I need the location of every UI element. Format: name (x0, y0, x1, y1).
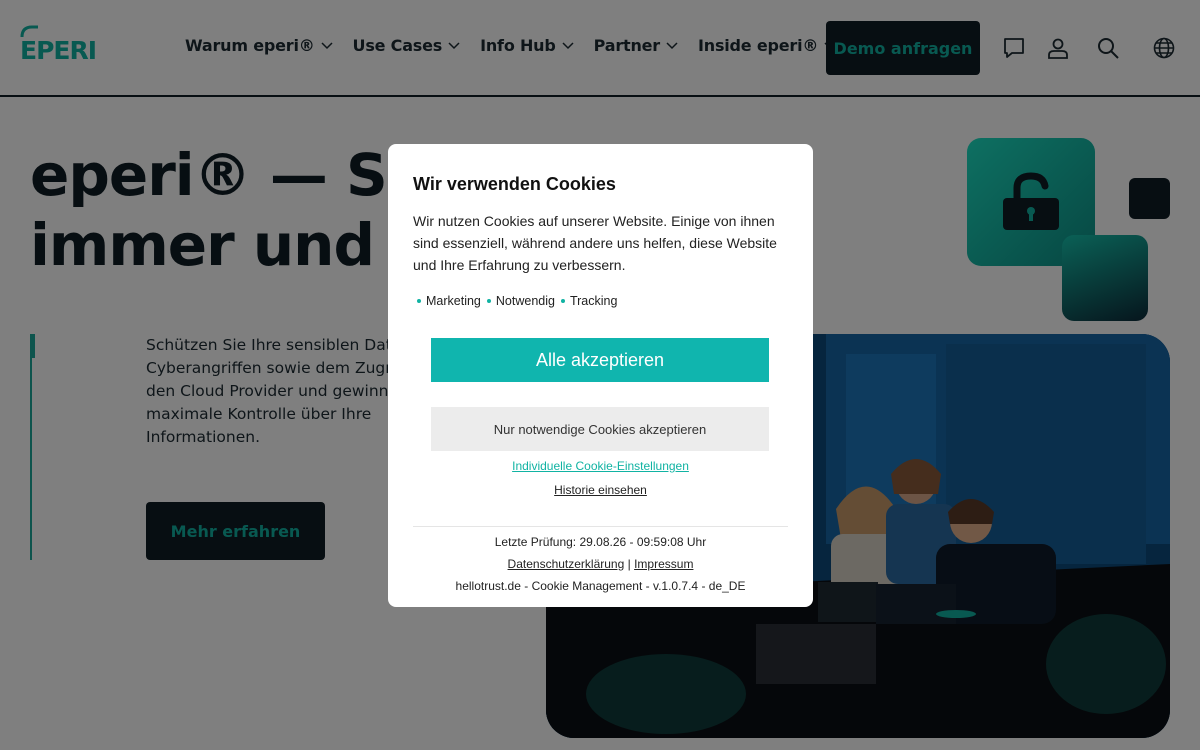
privacy-policy-link[interactable]: Datenschutzerklärung (508, 557, 625, 571)
legal-links: Datenschutzerklärung | Impressum (388, 557, 813, 571)
version-text: hellotrust.de - Cookie Management - v.1.… (455, 579, 746, 593)
cookie-category: Tracking (560, 294, 618, 308)
accept-all-button[interactable]: Alle akzeptieren (431, 338, 769, 382)
cookie-description: Wir nutzen Cookies auf unserer Website. … (413, 213, 777, 273)
cookie-category-label: Notwendig (495, 294, 555, 308)
last-check-text: Letzte Prüfung: 29.08.26 - 09:59:08 Uhr (494, 535, 707, 549)
bullet-dot (486, 299, 491, 303)
cookie-title: Wir verwenden Cookies (413, 174, 616, 194)
link-separator: | (627, 557, 631, 571)
cookie-category-label: Marketing (426, 294, 481, 308)
individual-settings-link[interactable]: Individuelle Cookie-Einstellungen (388, 459, 813, 473)
cookie-category: Notwendig (486, 294, 555, 308)
cookie-category-label: Tracking (569, 294, 618, 308)
cookie-dialog: Wir verwenden Cookies Wir nutzen Cookies… (388, 144, 813, 607)
cookie-category-list: Marketing Notwendig Tracking (417, 294, 623, 308)
accept-necessary-button[interactable]: Nur notwendige Cookies akzeptieren (431, 407, 769, 451)
history-link[interactable]: Historie einsehen (388, 483, 813, 497)
cookie-category: Marketing (417, 294, 481, 308)
imprint-link[interactable]: Impressum (634, 557, 693, 571)
bullet-dot (417, 299, 421, 303)
divider (413, 526, 788, 527)
bullet-dot (560, 299, 565, 303)
